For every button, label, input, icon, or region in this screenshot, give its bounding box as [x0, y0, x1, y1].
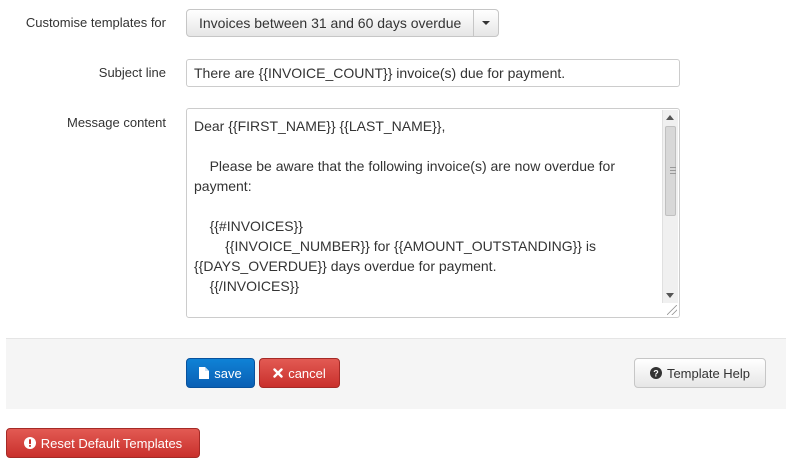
template-help-button[interactable]: ? Template Help [634, 358, 766, 388]
message-text[interactable]: Dear {{FIRST_NAME}} {{LAST_NAME}}, Pleas… [194, 116, 659, 296]
reset-default-templates-button[interactable]: Reset Default Templates [6, 428, 200, 458]
subject-input[interactable]: There are {{INVOICE_COUNT}} invoice(s) d… [186, 59, 680, 87]
template-help-label: Template Help [666, 365, 751, 381]
scroll-down-icon[interactable] [666, 293, 674, 298]
scroll-up-icon[interactable] [666, 115, 674, 120]
dropdown-toggle[interactable] [473, 10, 498, 36]
times-icon [273, 368, 283, 378]
grip-icon [670, 167, 676, 168]
caret-down-icon [482, 21, 491, 25]
message-scrollbar[interactable] [662, 110, 678, 303]
reset-label: Reset Default Templates [40, 435, 183, 451]
subject-label: Subject line [98, 65, 166, 80]
template-select-dropdown[interactable]: Invoices between 31 and 60 days overdue [186, 9, 500, 37]
template-for-label: Customise templates for [25, 15, 166, 30]
exclamation-circle-icon [23, 437, 36, 449]
message-label: Message content [66, 115, 166, 130]
template-select-value[interactable]: Invoices between 31 and 60 days overdue [187, 10, 473, 36]
save-button[interactable]: save [186, 358, 255, 388]
cancel-button[interactable]: cancel [259, 358, 340, 388]
message-textarea[interactable]: Dear {{FIRST_NAME}} {{LAST_NAME}}, Pleas… [186, 108, 680, 318]
cancel-label: cancel [288, 365, 326, 381]
question-circle-icon: ? [649, 367, 662, 379]
file-icon [199, 367, 210, 379]
scrollbar-thumb[interactable] [665, 126, 676, 216]
svg-text:?: ? [653, 368, 659, 378]
save-label: save [214, 365, 242, 381]
resize-handle-icon[interactable] [667, 305, 677, 315]
